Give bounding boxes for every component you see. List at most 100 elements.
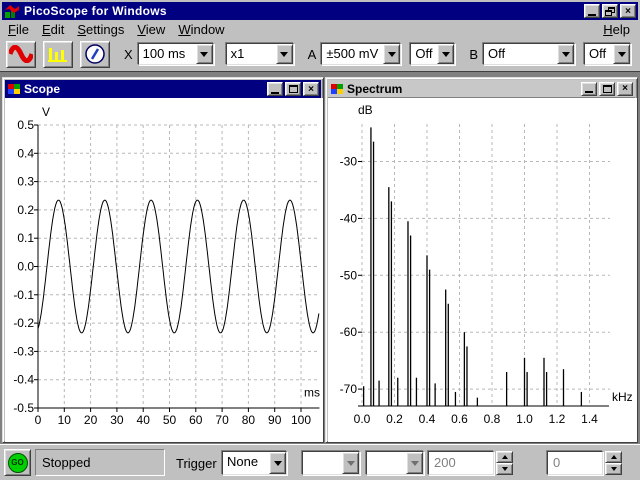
menu-window[interactable]: Window	[178, 22, 224, 37]
channel-a-mode-dropdown-button[interactable]	[437, 44, 454, 64]
delay-spinner[interactable]	[605, 451, 622, 475]
channel-a-range-combo[interactable]: ±500 mV	[321, 43, 401, 65]
svg-text:0.6: 0.6	[451, 412, 468, 426]
timebase-combo[interactable]: 100 ms	[138, 43, 214, 65]
close-icon: ×	[308, 84, 314, 95]
menu-file[interactable]: File	[8, 22, 29, 37]
svg-text:1.0: 1.0	[516, 412, 533, 426]
scope-minimize-button[interactable]	[267, 82, 283, 96]
spectrum-plot: 0.00.20.40.60.81.01.21.4-30-40-50-60-70d…	[328, 98, 637, 442]
timebase-dropdown-button[interactable]	[196, 44, 213, 64]
channel-b-mode-combo[interactable]: Off	[584, 43, 631, 65]
svg-text:1.2: 1.2	[549, 412, 566, 426]
spectrum-maximize-button[interactable]	[599, 82, 615, 96]
titlebar[interactable]: PicoScope for Windows ×	[2, 2, 638, 20]
restore-button[interactable]	[602, 4, 618, 18]
app-icon	[4, 4, 20, 18]
minimize-button[interactable]	[584, 4, 600, 18]
scope-close-button[interactable]: ×	[303, 82, 319, 96]
scope-window-icon	[7, 83, 21, 95]
go-button[interactable]: GO	[4, 449, 31, 476]
trigger-label: Trigger	[176, 456, 217, 471]
window-title: PicoScope for Windows	[24, 4, 167, 18]
trigger-dropdown-button[interactable]	[269, 452, 286, 474]
svg-text:-0.5: -0.5	[13, 401, 34, 415]
menu-view[interactable]: View	[137, 22, 165, 37]
menubar: File Edit Settings View Window Help	[2, 21, 638, 38]
spectrum-window-icon	[330, 83, 344, 95]
svg-text:ms: ms	[304, 386, 320, 400]
svg-text:70: 70	[215, 413, 229, 427]
trigger-edge-value	[367, 452, 406, 474]
svg-text:0.0: 0.0	[17, 260, 34, 274]
spectrum-titlebar[interactable]: Spectrum ×	[328, 80, 635, 98]
svg-text:-40: -40	[340, 211, 358, 225]
mdi-area: Scope × 01020304050607080901000.50.40.30…	[0, 71, 640, 444]
svg-text:V: V	[42, 105, 50, 119]
scope-view-button[interactable]	[6, 41, 36, 68]
channel-b-range-combo[interactable]: Off	[483, 43, 575, 65]
svg-text:60: 60	[189, 413, 203, 427]
minimize-icon	[585, 91, 593, 93]
minimize-icon	[588, 14, 596, 16]
menu-items: File Edit Settings View Window	[2, 22, 225, 37]
channel-b-mode-dropdown-button[interactable]	[613, 44, 630, 64]
threshold-spinner[interactable]	[496, 451, 513, 475]
channel-b-label: B	[469, 47, 478, 62]
chevron-down-icon	[274, 461, 282, 466]
toolbar: X 100 ms x1 A ±500 mV Off B Off Off	[2, 38, 638, 70]
channel-a-mode-combo[interactable]: Off	[410, 43, 455, 65]
multiplier-combo[interactable]: x1	[226, 43, 294, 65]
go-icon: GO	[8, 453, 28, 473]
chevron-down-icon	[347, 461, 355, 466]
close-button[interactable]: ×	[620, 4, 636, 18]
svg-text:0.1: 0.1	[17, 231, 34, 245]
spin-down-button[interactable]	[496, 463, 513, 475]
status-bar: GO Stopped Trigger None 200 0	[0, 444, 640, 480]
svg-text:0.8: 0.8	[484, 412, 501, 426]
spectrum-window[interactable]: Spectrum × 0.00.20.40.60.81.01.21.4-30-4…	[325, 77, 638, 443]
trigger-mode-combo[interactable]: None	[222, 451, 287, 475]
spin-up-button[interactable]	[496, 451, 513, 463]
multiplier-dropdown-button[interactable]	[276, 44, 293, 64]
chevron-down-icon	[280, 52, 288, 57]
spectrum-window-title: Spectrum	[347, 82, 402, 96]
svg-text:-60: -60	[340, 325, 358, 339]
channel-b-range-dropdown-button[interactable]	[557, 44, 574, 64]
status-text: Stopped	[35, 449, 165, 476]
svg-text:0.2: 0.2	[386, 412, 403, 426]
spin-down-button[interactable]	[605, 463, 622, 475]
arrow-down-icon	[611, 467, 617, 471]
menu-edit[interactable]: Edit	[42, 22, 64, 37]
svg-text:-0.3: -0.3	[13, 344, 34, 358]
menu-help[interactable]: Help	[603, 22, 630, 37]
trigger-channel-value	[303, 452, 342, 474]
disabled-dropdown-button	[342, 452, 359, 474]
spectrum-minimize-button[interactable]	[581, 82, 597, 96]
scope-window-title: Scope	[24, 82, 60, 96]
meter-view-button[interactable]	[80, 41, 110, 68]
scope-maximize-button[interactable]	[285, 82, 301, 96]
scope-titlebar[interactable]: Scope ×	[5, 80, 321, 98]
spectrum-view-button[interactable]	[43, 41, 73, 68]
svg-text:0.4: 0.4	[419, 412, 436, 426]
svg-text:-30: -30	[340, 155, 358, 169]
channel-a-range-dropdown-button[interactable]	[383, 44, 400, 64]
chevron-down-icon	[618, 52, 626, 57]
svg-text:40: 40	[137, 413, 151, 427]
chevron-down-icon	[442, 52, 450, 57]
svg-text:-0.4: -0.4	[13, 373, 34, 387]
spectrum-close-button[interactable]: ×	[617, 82, 633, 96]
scope-window[interactable]: Scope × 01020304050607080901000.50.40.30…	[2, 77, 324, 443]
bar-spectrum-icon	[47, 45, 69, 63]
svg-text:0: 0	[35, 413, 42, 427]
menu-settings[interactable]: Settings	[77, 22, 124, 37]
maximize-icon	[603, 85, 612, 93]
trigger-edge-combo-disabled	[366, 451, 424, 475]
close-icon: ×	[625, 6, 631, 17]
channel-b-range-value: Off	[484, 44, 557, 64]
spin-up-button[interactable]	[605, 451, 622, 463]
close-icon: ×	[622, 83, 628, 94]
channel-a-mode-value: Off	[411, 44, 437, 64]
timebase-value: 100 ms	[139, 44, 196, 64]
